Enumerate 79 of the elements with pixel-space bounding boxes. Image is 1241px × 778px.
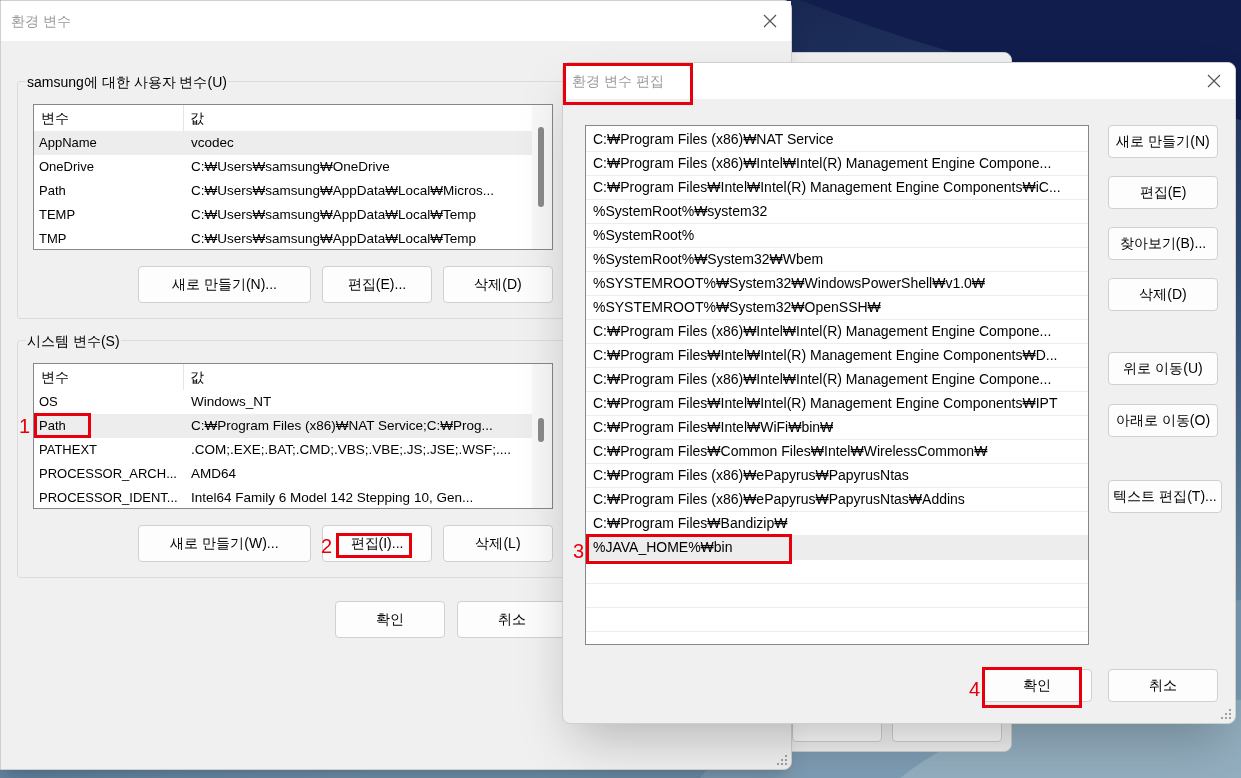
list-item-text: %SYSTEMROOT%₩System32₩OpenSSH₩ [593, 298, 881, 317]
column-header[interactable]: 변수 [34, 364, 184, 390]
table-row[interactable]: PATHEXT .COM;.EXE;.BAT;.CMD;.VBS;.VBE;.JS;.JSE;.WSF;.... [34, 438, 532, 462]
list-item-text: C:₩Program Files (x86)₩Intel₩Intel(R) Management Engine Compone... [593, 322, 1052, 341]
table-row[interactable]: Path C:₩Users₩samsung₩AppData₩Local₩Micros... [34, 179, 532, 203]
table-row[interactable]: OneDrive C:₩Users₩samsung₩OneDrive [34, 155, 532, 179]
window-title: 환경 변수 [11, 11, 71, 31]
button[interactable]: 텍스트 편집(T)... [1108, 480, 1222, 513]
table-cell-text: C:₩Users₩samsung₩AppData₩Local₩Temp [190, 205, 478, 224]
list-item-text: %JAVA_HOME%₩bin [593, 538, 733, 557]
table-cell: TEMP [39, 207, 76, 223]
button[interactable]: 새로 만들기(W)... [138, 525, 311, 562]
table-cell: TMP [39, 231, 67, 247]
step-number: 2 [320, 536, 332, 556]
list-item-text: C:₩Program Files (x86)₩NAT Service [593, 130, 834, 149]
table-cell-text: Intel64 Family 6 Model 142 Stepping 10, Gen... [190, 488, 475, 507]
table-row[interactable]: TEMP C:₩Users₩samsung₩AppData₩Local₩Temp [34, 203, 532, 227]
step-number: 4 [968, 679, 980, 699]
close-icon[interactable] [763, 14, 777, 28]
column-header[interactable]: 값 [184, 105, 532, 131]
button[interactable]: 취소 [1108, 669, 1218, 702]
table-row[interactable]: PROCESSOR_IDENT... Intel64 Family 6 Model 142 Stepping 10, Gen... [34, 486, 532, 510]
button[interactable]: 찾아보기(B)... [1108, 227, 1218, 260]
table-row[interactable]: AppName vcodec [34, 131, 532, 155]
table-cell: OneDrive [39, 159, 94, 175]
resize-grip-icon[interactable] [1221, 709, 1231, 719]
list-item-text: C:₩Program Files (x86)₩ePapyrus₩PapyrusNtas [593, 466, 909, 485]
highlight-box [34, 413, 91, 439]
list-item-text: C:₩Program Files₩Intel₩Intel(R) Management Engine Components₩iC... [593, 178, 1061, 197]
button[interactable]: 위로 이동(U) [1108, 352, 1218, 385]
scrollbar-thumb[interactable] [538, 127, 544, 207]
button[interactable]: 편집(E) [1108, 176, 1218, 209]
table-cell-text: C:₩Program Files (x86)₩NAT Service;C:₩Prog... [190, 416, 494, 435]
table-cell: Path [39, 183, 66, 199]
button[interactable]: 아래로 이동(O) [1108, 404, 1218, 437]
list-item-text: %SystemRoot% [593, 226, 695, 245]
list-item-text: C:₩Program Files₩Intel₩Intel(R) Management Engine Components₩IPT [593, 394, 1058, 413]
button[interactable]: 확인 [335, 601, 445, 638]
list-item-text: C:₩Program Files₩Intel₩WiFi₩bin₩ [593, 418, 834, 437]
list-item-text: C:₩Program Files (x86)₩Intel₩Intel(R) Management Engine Compone... [593, 154, 1052, 173]
table-cell-text: C:₩Users₩samsung₩AppData₩Local₩Micros... [190, 181, 496, 200]
table-row[interactable]: TMP C:₩Users₩samsung₩AppData₩Local₩Temp [34, 227, 532, 251]
scrollbar[interactable] [532, 105, 552, 249]
table-cell: PROCESSOR_IDENT... [39, 490, 178, 506]
resize-grip-icon[interactable] [777, 755, 787, 765]
step-number: 1 [18, 416, 30, 437]
table-cell: OS [39, 394, 58, 410]
list-item-text: C:₩Program Files₩Bandizip₩ [593, 514, 788, 533]
table-cell-text: C:₩Users₩samsung₩AppData₩Local₩Temp [190, 229, 478, 248]
list-item-text: %SystemRoot%₩system32 [593, 202, 768, 221]
table-cell-text: C:₩Users₩samsung₩OneDrive [190, 157, 391, 176]
button[interactable]: 삭제(D) [1108, 278, 1218, 311]
list-item-text: C:₩Program Files (x86)₩Intel₩Intel(R) Management Engine Compone... [593, 370, 1052, 389]
list-item-text: C:₩Program Files (x86)₩ePapyrus₩PapyrusNtas₩Addins [593, 490, 965, 509]
button[interactable]: 삭제(L) [443, 525, 553, 562]
scrollbar-thumb[interactable] [538, 418, 544, 442]
button[interactable]: 편집(E)... [322, 266, 432, 303]
list-item-text: C:₩Program Files₩Intel₩Intel(R) Management Engine Components₩D... [593, 346, 1058, 365]
table-cell: PROCESSOR_ARCH... [39, 466, 177, 482]
table-row[interactable]: PROCESSOR_ARCH... AMD64 [34, 462, 532, 486]
button[interactable]: 새로 만들기(N) [1108, 125, 1218, 158]
table-cell-text: AMD64 [190, 464, 237, 483]
list-item-text: %SYSTEMROOT%₩System32₩WindowsPowerShell₩v1.0₩ [593, 274, 986, 293]
button[interactable]: 삭제(D) [443, 266, 553, 303]
window-title: 환경 변수 편집 [572, 71, 664, 91]
close-icon[interactable] [1207, 74, 1221, 88]
table-cell: Path [39, 418, 66, 434]
table-cell: AppName [39, 135, 97, 151]
table-cell: PATHEXT [39, 442, 98, 458]
button[interactable]: 새로 만들기(N)... [138, 266, 311, 303]
scrollbar[interactable] [532, 364, 552, 508]
table-cell-text: vcodec [190, 133, 235, 152]
table-row[interactable]: OS Windows_NT [34, 390, 532, 414]
step-number: 3 [572, 541, 584, 561]
table-cell-text: Windows_NT [190, 392, 273, 411]
list-item-text: %SystemRoot%₩System32₩Wbem [593, 250, 824, 269]
list-item-text: C:₩Program Files₩Common Files₩Intel₩WirelessCommon₩ [593, 442, 988, 461]
column-header[interactable]: 값 [184, 364, 532, 390]
table-cell-text: .COM;.EXE;.BAT;.CMD;.VBS;.VBE;.JS;.JSE;.WSF;.... [190, 440, 513, 459]
